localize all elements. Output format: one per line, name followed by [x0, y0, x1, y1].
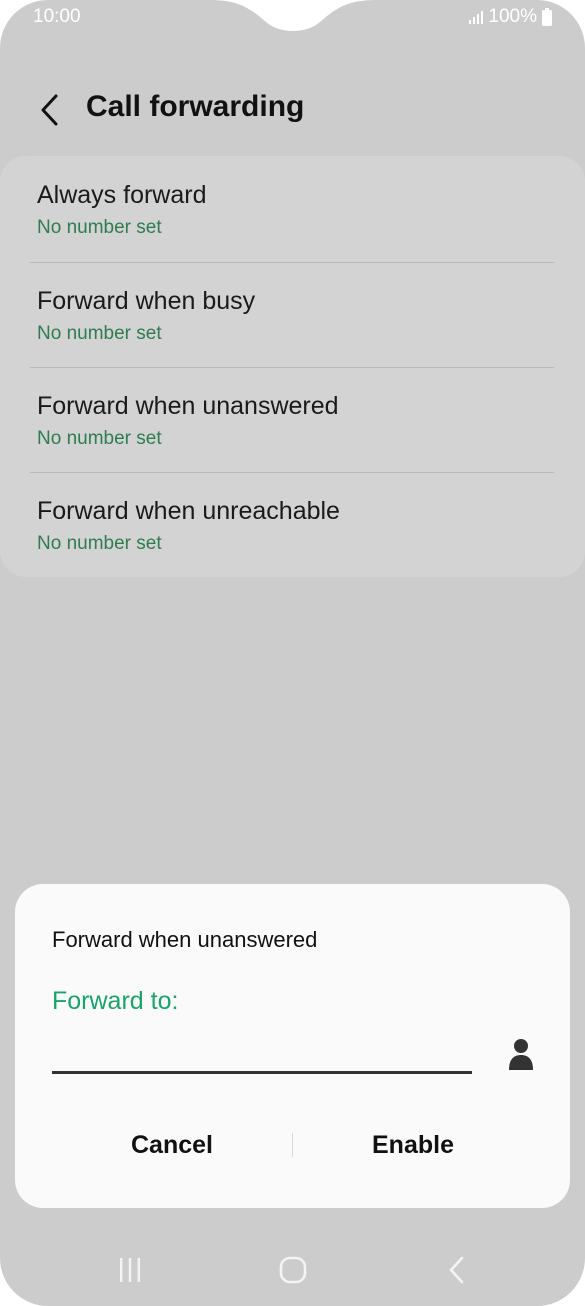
- dialog-title: Forward when unanswered: [52, 927, 318, 952]
- recents-button[interactable]: [110, 1250, 150, 1290]
- forward-number-input[interactable]: [52, 1024, 472, 1074]
- battery-icon: [541, 8, 553, 26]
- list-item-title: Forward when unanswered: [37, 392, 339, 420]
- recents-icon: [120, 1258, 140, 1282]
- signal-icon: [468, 9, 484, 25]
- back-icon: [449, 1256, 464, 1284]
- nav-back-button[interactable]: [437, 1250, 477, 1290]
- list-item-value: No number set: [37, 323, 162, 344]
- chevron-left-icon: [41, 94, 58, 126]
- battery-percentage: 100%: [488, 6, 537, 27]
- list-item-title: Always forward: [37, 181, 207, 209]
- phone-screen: 10:00 100% Call forwarding Always forwar…: [0, 0, 585, 1306]
- status-indicators: 100%: [468, 6, 553, 28]
- forward-dialog: Forward when unanswered Forward to: Canc…: [15, 884, 570, 1208]
- list-item-title: Forward when unreachable: [37, 497, 340, 525]
- page-title: Call forwarding: [86, 90, 305, 123]
- call-forwarding-list: Always forward No number set Forward whe…: [0, 156, 585, 577]
- app-header: Call forwarding: [0, 80, 585, 140]
- dialog-actions: Cancel Enable: [52, 1122, 532, 1168]
- status-time: 10:00: [33, 6, 81, 27]
- home-icon: [279, 1256, 307, 1284]
- cancel-button[interactable]: Cancel: [52, 1122, 292, 1168]
- list-item-value: No number set: [37, 533, 162, 554]
- list-item-always-forward[interactable]: Always forward No number set: [30, 156, 554, 261]
- enable-button[interactable]: Enable: [293, 1122, 533, 1168]
- list-item-value: No number set: [37, 217, 162, 238]
- back-button[interactable]: [30, 90, 70, 130]
- list-item-value: No number set: [37, 428, 162, 449]
- forward-to-label: Forward to:: [52, 987, 179, 1015]
- status-bar: 10:00 100%: [0, 0, 585, 34]
- navigation-bar: [0, 1238, 585, 1298]
- list-item-forward-when-unreachable[interactable]: Forward when unreachable No number set: [30, 472, 554, 577]
- list-item-forward-when-unanswered[interactable]: Forward when unanswered No number set: [30, 367, 554, 472]
- list-item-title: Forward when busy: [37, 287, 256, 315]
- home-button[interactable]: [273, 1250, 313, 1290]
- contact-person-icon: [509, 1039, 533, 1070]
- contact-picker-button[interactable]: [501, 1034, 541, 1074]
- list-item-forward-when-busy[interactable]: Forward when busy No number set: [30, 262, 554, 367]
